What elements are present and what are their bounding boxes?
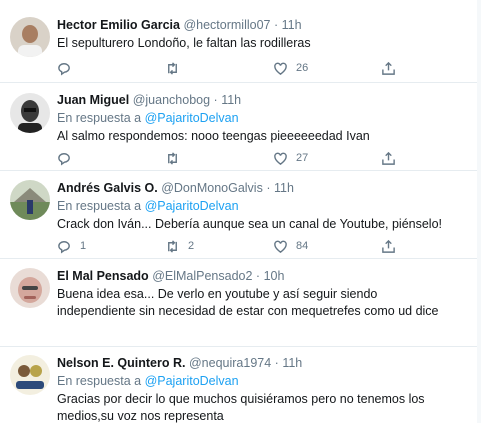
separator-dot: · <box>213 93 218 107</box>
tweet[interactable]: Andrés Galvis O. @DonMonoGalvis · 11h En… <box>0 171 477 259</box>
reply-count: 1 <box>80 240 87 252</box>
retweet-icon <box>168 151 177 165</box>
reply-context: En respuesta a @PajaritoDelvan <box>57 373 467 390</box>
reply-button[interactable] <box>57 149 72 167</box>
share-button[interactable] <box>381 237 396 255</box>
author-handle[interactable]: @DonMonoGalvis <box>161 181 263 195</box>
like-button[interactable]: 27 <box>273 149 308 167</box>
share-button[interactable] <box>381 59 396 77</box>
avatar[interactable] <box>10 355 50 395</box>
author-name[interactable]: El Mal Pensado <box>57 269 149 283</box>
retweet-count: 2 <box>188 240 195 252</box>
tweet[interactable]: Nelson E. Quintero R. @nequira1974 · 11h… <box>0 347 477 423</box>
author-handle[interactable]: @nequira1974 <box>189 356 271 370</box>
tweet-time[interactable]: 11h <box>282 18 302 32</box>
author-handle[interactable]: @hectormillo07 <box>183 18 270 32</box>
reply-prefix: En respuesta a <box>57 374 142 388</box>
like-count: 84 <box>296 240 309 252</box>
separator-dot: · <box>255 269 261 283</box>
reply-prefix: En respuesta a <box>57 199 142 213</box>
tweet-text: Buena idea esa... De verlo en youtube y … <box>57 287 439 318</box>
share-icon <box>382 151 395 165</box>
separator-dot: · <box>273 18 279 32</box>
reply-button[interactable] <box>57 59 72 77</box>
author-handle[interactable]: @juanchobog <box>133 93 210 107</box>
reply-mention-link[interactable]: @PajaritoDelvan <box>145 199 239 213</box>
tweet-text: Al salmo respondemos: nooo teengas pieee… <box>57 129 370 143</box>
tweet-text: Gracias por decir lo que muchos quisiéra… <box>57 392 425 423</box>
reply-icon <box>58 240 70 253</box>
retweet-button[interactable]: 2 <box>165 237 194 255</box>
reply-button[interactable]: 1 <box>57 237 86 255</box>
reply-mention-link[interactable]: @PajaritoDelvan <box>145 111 239 125</box>
author-name[interactable]: Andrés Galvis O. <box>57 181 158 195</box>
avatar[interactable] <box>10 93 50 133</box>
author-name[interactable]: Hector Emilio Garcia <box>57 18 180 32</box>
retweet-icon <box>168 61 177 75</box>
heart-icon <box>274 240 287 253</box>
reply-icon <box>58 152 70 165</box>
author-name[interactable]: Juan Miguel <box>57 93 129 107</box>
tweet-time[interactable]: 10h <box>264 269 285 283</box>
author-handle[interactable]: @ElMalPensado2 <box>152 269 252 283</box>
like-button[interactable]: 84 <box>273 237 308 255</box>
separator-dot: · <box>266 181 271 195</box>
author-name[interactable]: Nelson E. Quintero R. <box>57 356 186 370</box>
tweet-text: El sepulturero Londoño, le faltan las ro… <box>57 36 311 50</box>
heart-icon <box>274 152 287 165</box>
reply-context: En respuesta a @PajaritoDelvan <box>57 110 467 127</box>
tweet-time[interactable]: 11h <box>221 93 241 107</box>
reply-mention-link[interactable]: @PajaritoDelvan <box>145 374 239 388</box>
scrollbar[interactable] <box>477 0 481 423</box>
reply-icon <box>58 62 70 75</box>
tweet-text: Crack don Iván... Debería aunque sea un … <box>57 217 443 231</box>
tweet-time[interactable]: 11h <box>282 356 302 370</box>
tweet[interactable]: Hector Emilio Garcia @hectormillo07 · 11… <box>0 0 477 83</box>
avatar[interactable] <box>10 268 50 308</box>
reply-context: En respuesta a @PajaritoDelvan <box>57 198 467 215</box>
tweet-time[interactable]: 11h <box>274 181 294 195</box>
heart-icon <box>274 62 287 75</box>
tweet[interactable]: Juan Miguel @juanchobog · 11h En respues… <box>0 83 477 171</box>
tweet-feed: Hector Emilio Garcia @hectormillo07 · 11… <box>0 0 477 423</box>
tweet[interactable]: El Mal Pensado @ElMalPensado2 · 10h Buen… <box>0 259 477 347</box>
avatar[interactable] <box>10 180 50 220</box>
share-icon <box>382 61 395 75</box>
like-button[interactable]: 26 <box>273 59 308 77</box>
retweet-icon <box>168 239 177 253</box>
like-count: 26 <box>296 62 309 74</box>
like-count: 27 <box>296 152 309 164</box>
separator-dot: · <box>274 356 279 370</box>
retweet-button[interactable] <box>165 149 180 167</box>
share-button[interactable] <box>381 149 396 167</box>
avatar[interactable] <box>10 17 50 57</box>
share-icon <box>382 239 395 253</box>
retweet-button[interactable] <box>165 59 180 77</box>
reply-prefix: En respuesta a <box>57 111 142 125</box>
